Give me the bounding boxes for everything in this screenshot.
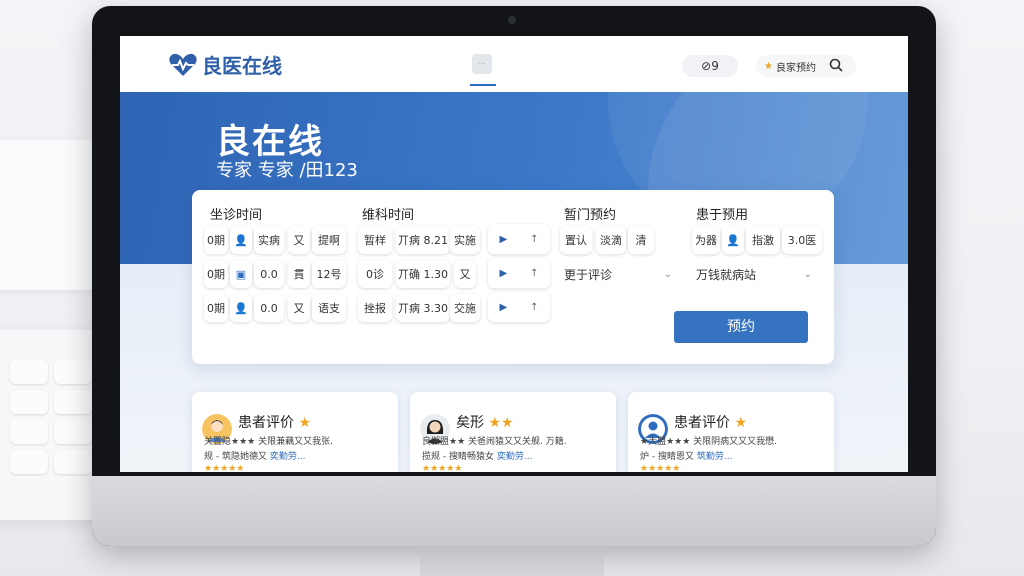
review-text: 关置隐★★★ 关限兼藕又又我张.	[204, 437, 333, 447]
booking-panel: 坐诊时间 维科时间 暂门预约 患于预用 0期 👤 实病 又 提啊 暂样 丌病 8…	[192, 190, 834, 364]
patient-chip[interactable]: 指激	[746, 226, 780, 254]
play-control[interactable]: ▶ ↑	[488, 258, 550, 288]
review-link[interactable]: 奕勤劳...	[270, 452, 306, 462]
slot-chip[interactable]: 0期	[204, 260, 228, 288]
patient-icon[interactable]: 👤	[722, 226, 744, 254]
review-title: 矣形 ★★	[456, 415, 514, 431]
type-chip[interactable]: 淡滴	[596, 226, 626, 254]
slot-chip[interactable]: 丌病 8.21	[396, 226, 450, 254]
slot-chip[interactable]: 挫报	[358, 294, 392, 322]
slot-chip[interactable]: 0.0	[254, 260, 284, 288]
review-text: 规 - 筑隐她德又 奕勤劳...	[204, 452, 306, 462]
slot-chip[interactable]: 暂样	[358, 226, 392, 254]
slot-chip[interactable]: 貫	[288, 260, 310, 288]
logo[interactable]: 良医在线	[168, 50, 282, 79]
up-arrow-icon[interactable]: ↑	[530, 234, 538, 245]
patient-select[interactable]: 万钱就病站 ⌄	[696, 266, 812, 283]
play-icon[interactable]: ▶	[499, 268, 507, 279]
favorite-label: 良家预约	[775, 62, 816, 74]
column-header-dept: 维科时间	[362, 208, 415, 223]
star-icon: ★	[294, 415, 312, 431]
slot-chip[interactable]: 交施	[450, 294, 480, 322]
chevron-down-icon: ⌄	[803, 269, 812, 280]
search-icon[interactable]	[829, 58, 843, 75]
type-select[interactable]: 更于评诊 ⌄	[564, 266, 672, 283]
nav-pill-button[interactable]: ⊘9	[682, 55, 738, 77]
slot-chip[interactable]: 0期	[204, 294, 228, 322]
doctor-icon[interactable]: 👤	[230, 226, 252, 254]
top-nav: 良医在线 ··· ⊘9 ★ 良家预约	[120, 36, 908, 92]
rating-stars: ★★★★★	[422, 464, 463, 472]
review-card[interactable]: 矣形 ★★ 良懈盟★★ 关爸闹猿又又关舰. 万籍. 揽规 - 搜睛畅猿女 奕勤劳…	[410, 392, 616, 472]
slot-chip[interactable]: 丌确 1.30	[396, 260, 450, 288]
doctor-icon[interactable]: 👤	[230, 294, 252, 322]
up-arrow-icon[interactable]: ↑	[530, 268, 538, 279]
review-text: 揽规 - 搜睛畅猿女 奕勤劳...	[422, 452, 533, 462]
slot-chip[interactable]: 又	[288, 294, 310, 322]
star-icon: ★	[764, 60, 773, 72]
nav-tab-indicator	[470, 84, 496, 86]
camera	[508, 16, 516, 24]
column-header-patient: 患于预用	[696, 208, 749, 223]
play-control[interactable]: ▶ ↑	[488, 224, 550, 254]
review-card[interactable]: 患者评价 ★ ★大盟★★★ 关限阴病又又又我懋. 炉 - 搜睛恩又 筑勤劳...…	[628, 392, 834, 472]
review-text: 炉 - 搜睛恩又 筑勤劳...	[640, 452, 733, 462]
slot-chip[interactable]: 0.0	[254, 294, 284, 322]
logo-text: 良医在线	[202, 54, 282, 78]
slot-chip[interactable]: 实病	[254, 226, 284, 254]
review-text: ★大盟★★★ 关限阴病又又又我懋.	[640, 437, 777, 447]
nav-tab[interactable]: ···	[472, 54, 492, 74]
type-chip[interactable]: 清	[628, 226, 654, 254]
play-icon[interactable]: ▶	[499, 234, 507, 245]
play-icon[interactable]: ▶	[499, 302, 507, 313]
rating-stars: ★★★★★	[204, 464, 245, 472]
monitor-chin	[92, 476, 936, 546]
column-header-time: 坐诊时间	[210, 208, 263, 223]
play-control[interactable]: ▶ ↑	[488, 292, 550, 322]
hero-subtitle: 专家 专家 /田123	[216, 160, 358, 181]
monitor-stand	[420, 546, 604, 576]
type-select-value: 更于评诊	[564, 268, 613, 282]
slot-chip[interactable]: 提啊	[312, 226, 346, 254]
review-card[interactable]: 患者评价 ★ 关置隐★★★ 关限兼藕又又我张. 规 - 筑隐她德又 奕勤劳...…	[192, 392, 398, 472]
slot-chip[interactable]: 语支	[312, 294, 346, 322]
type-chip[interactable]: 置认	[560, 226, 592, 254]
review-title: 患者评价 ★	[674, 415, 748, 431]
book-button[interactable]: 预约	[674, 311, 808, 343]
rating-stars: ★★★★★	[640, 464, 681, 472]
slot-chip[interactable]: 0期	[204, 226, 228, 254]
patient-select-value: 万钱就病站	[696, 268, 757, 282]
slot-chip[interactable]: 实施	[450, 226, 480, 254]
patient-chip[interactable]: 3.0医	[782, 226, 822, 254]
review-title: 患者评价 ★	[238, 415, 312, 431]
patient-chip[interactable]: 为器	[692, 226, 720, 254]
column-header-type: 暂门预约	[564, 208, 617, 223]
star-icon: ★★	[484, 415, 514, 431]
desk-paper	[0, 140, 100, 290]
slot-chip[interactable]: 又	[288, 226, 310, 254]
review-link[interactable]: 筑勤劳...	[697, 452, 733, 462]
slot-chip[interactable]: 12号	[312, 260, 346, 288]
slot-chip[interactable]: 0诊	[358, 260, 392, 288]
review-text: 良懈盟★★ 关爸闹猿又又关舰. 万籍.	[422, 437, 567, 447]
review-link[interactable]: 奕勤劳...	[497, 452, 533, 462]
slot-chip[interactable]: 又	[454, 260, 476, 288]
screen: 良医在线 ··· ⊘9 ★ 良家预约 良在线 专家 专家 /田123 坐诊时间 …	[120, 36, 908, 472]
slot-chip[interactable]: 丌病 3.30	[396, 294, 450, 322]
star-icon: ★	[730, 415, 748, 431]
chevron-down-icon: ⌄	[663, 269, 672, 280]
favorite-search-button[interactable]: ★ 良家预约	[756, 55, 856, 77]
calendar-icon[interactable]: ▣	[230, 260, 252, 288]
heart-pulse-icon	[168, 52, 198, 78]
up-arrow-icon[interactable]: ↑	[530, 302, 538, 313]
